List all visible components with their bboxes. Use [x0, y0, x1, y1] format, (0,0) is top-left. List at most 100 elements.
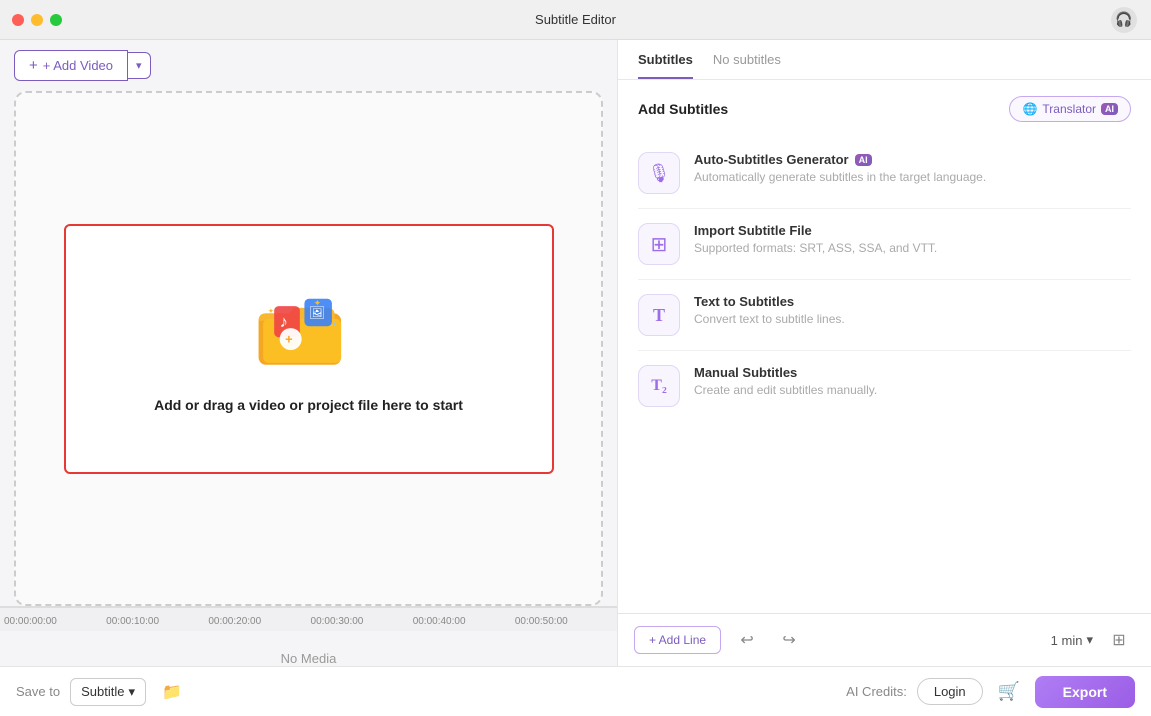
redo-button[interactable]: ↪	[773, 624, 805, 656]
auto-subtitles-icon-box: 🎙	[638, 152, 680, 194]
undo-icon: ↩	[740, 630, 753, 650]
fit-icon: ⊞	[1112, 630, 1125, 650]
cart-button[interactable]: 🛒	[993, 676, 1025, 708]
text-to-subtitles-desc: Convert text to subtitle lines.	[694, 312, 845, 326]
duration-select[interactable]: 1 min ▾	[1051, 632, 1093, 648]
video-drop-area[interactable]: ♪ 🖼 + ✦ ✦ ✦ Add or drag a video or proje…	[14, 91, 603, 606]
close-button[interactable]	[12, 14, 24, 26]
manual-subtitles-title-row: Manual Subtitles	[694, 365, 877, 380]
import-subtitle-option[interactable]: ⊞ Import Subtitle File Supported formats…	[638, 209, 1131, 280]
text-to-subtitles-title-row: Text to Subtitles	[694, 294, 845, 309]
redo-icon: ↪	[782, 630, 795, 650]
text-to-subtitles-title: Text to Subtitles	[694, 294, 794, 309]
right-panel: Subtitles No subtitles Add Subtitles 🌐 T…	[617, 40, 1151, 666]
bottom-bar: Save to Subtitle ▾ 📁 AI Credits: Login 🛒…	[0, 666, 1151, 716]
manual-subtitles-desc: Create and edit subtitles manually.	[694, 383, 877, 397]
auto-subtitles-option[interactable]: 🎙 Auto-Subtitles Generator AI Automatica…	[638, 138, 1131, 209]
subtitle-option-label: Subtitle	[81, 684, 124, 699]
ai-badge: AI	[1101, 103, 1118, 115]
svg-text:✦: ✦	[313, 298, 321, 308]
add-line-label: + Add Line	[649, 633, 706, 647]
translator-button[interactable]: 🌐 Translator AI	[1009, 96, 1131, 122]
text-to-subtitles-text: Text to Subtitles Convert text to subtit…	[694, 294, 845, 326]
translator-label: Translator	[1042, 102, 1096, 116]
duration-label: 1 min	[1051, 633, 1083, 648]
auto-subtitles-ai-badge: AI	[855, 154, 872, 166]
timeline-area: 00:00:00:00 00:00:10:00 00:00:20:00 00:0…	[0, 606, 617, 666]
titlebar: Subtitle Editor 🎧	[0, 0, 1151, 40]
import-subtitle-title-row: Import Subtitle File	[694, 223, 937, 238]
text-to-subtitles-icon-box: T	[638, 294, 680, 336]
add-video-dropdown-button[interactable]: ▾	[128, 52, 151, 79]
import-subtitle-title: Import Subtitle File	[694, 223, 812, 238]
plus-square-icon: ⊞	[651, 232, 668, 257]
folder-illustration: ♪ 🖼 + ✦ ✦ ✦	[254, 284, 364, 379]
chevron-down-icon: ▾	[1086, 632, 1093, 648]
add-subtitles-title: Add Subtitles	[638, 101, 728, 117]
headphone-icon[interactable]: 🎧	[1111, 7, 1137, 33]
manual-subtitles-title: Manual Subtitles	[694, 365, 797, 380]
microphone-icon: 🎙	[648, 163, 671, 184]
login-label: Login	[934, 684, 966, 699]
drop-text: Add or drag a video or project file here…	[154, 397, 463, 413]
text-to-subtitles-option[interactable]: T Text to Subtitles Convert text to subt…	[638, 280, 1131, 351]
login-button[interactable]: Login	[917, 678, 983, 705]
svg-text:♪: ♪	[279, 313, 287, 331]
right-tabs: Subtitles No subtitles	[618, 40, 1151, 80]
plus-icon: +	[29, 57, 38, 74]
export-label: Export	[1063, 684, 1107, 700]
export-button[interactable]: Export	[1035, 676, 1135, 708]
auto-subtitles-desc: Automatically generate subtitles in the …	[694, 170, 986, 184]
manual-subtitles-text: Manual Subtitles Create and edit subtitl…	[694, 365, 877, 397]
auto-subtitles-title: Auto-Subtitles Generator	[694, 152, 849, 167]
text-icon: T	[653, 305, 665, 326]
import-subtitle-text: Import Subtitle File Supported formats: …	[694, 223, 937, 255]
svg-text:✦: ✦	[331, 319, 337, 328]
fit-button[interactable]: ⊞	[1103, 624, 1135, 656]
svg-text:✦: ✦	[267, 306, 273, 315]
manual-icon-box: T₂	[638, 365, 680, 407]
left-panel: + + Add Video ▾ ♪	[0, 40, 617, 666]
dropdown-icon: ▾	[128, 684, 135, 700]
translator-icon: 🌐	[1022, 102, 1037, 116]
timeline-mark-2: 00:00:20:00	[206, 616, 308, 627]
tab-no-subtitles[interactable]: No subtitles	[713, 52, 781, 79]
save-to-select[interactable]: Subtitle ▾	[70, 678, 146, 706]
maximize-button[interactable]	[50, 14, 62, 26]
timeline-mark-3: 00:00:30:00	[309, 616, 411, 627]
manual-text-icon: T₂	[651, 377, 666, 395]
save-to-label: Save to	[16, 684, 60, 699]
action-bar: + Add Line ↩ ↪ 1 min ▾ ⊞	[618, 613, 1151, 666]
tab-subtitles[interactable]: Subtitles	[638, 52, 693, 79]
traffic-lights	[12, 14, 62, 26]
folder-button[interactable]: 📁	[156, 676, 188, 708]
undo-button[interactable]: ↩	[731, 624, 763, 656]
auto-subtitles-title-row: Auto-Subtitles Generator AI	[694, 152, 986, 167]
video-inner-box: ♪ 🖼 + ✦ ✦ ✦ Add or drag a video or proje…	[64, 224, 554, 474]
right-content: Add Subtitles 🌐 Translator AI 🎙 Auto-Sub…	[618, 80, 1151, 613]
timeline-mark-4: 00:00:40:00	[411, 616, 513, 627]
timeline-mark-0: 00:00:00:00	[2, 616, 104, 627]
ai-credits-label: AI Credits:	[846, 684, 907, 699]
add-line-button[interactable]: + Add Line	[634, 626, 721, 654]
main-area: + + Add Video ▾ ♪	[0, 40, 1151, 666]
toolbar: + + Add Video ▾	[0, 40, 617, 91]
add-video-button[interactable]: + + Add Video	[14, 50, 128, 81]
no-media-text: No Media	[281, 651, 337, 666]
folder-icon: 📁	[162, 682, 182, 702]
import-icon-box: ⊞	[638, 223, 680, 265]
import-subtitle-desc: Supported formats: SRT, ASS, SSA, and VT…	[694, 241, 937, 255]
minimize-button[interactable]	[31, 14, 43, 26]
add-video-label: + Add Video	[43, 58, 113, 73]
manual-subtitles-option[interactable]: T₂ Manual Subtitles Create and edit subt…	[638, 351, 1131, 421]
svg-text:+: +	[285, 332, 293, 347]
timeline-ruler: 00:00:00:00 00:00:10:00 00:00:20:00 00:0…	[0, 607, 617, 631]
timeline-mark-5: 00:00:50:00	[513, 616, 615, 627]
timeline-media-area: No Media	[0, 631, 617, 666]
cart-icon: 🛒	[997, 681, 1019, 702]
timeline-marks: 00:00:00:00 00:00:10:00 00:00:20:00 00:0…	[0, 616, 617, 627]
add-subtitles-header: Add Subtitles 🌐 Translator AI	[638, 96, 1131, 122]
auto-subtitles-text: Auto-Subtitles Generator AI Automaticall…	[694, 152, 986, 184]
timeline-mark-1: 00:00:10:00	[104, 616, 206, 627]
app-title: Subtitle Editor	[535, 12, 616, 27]
